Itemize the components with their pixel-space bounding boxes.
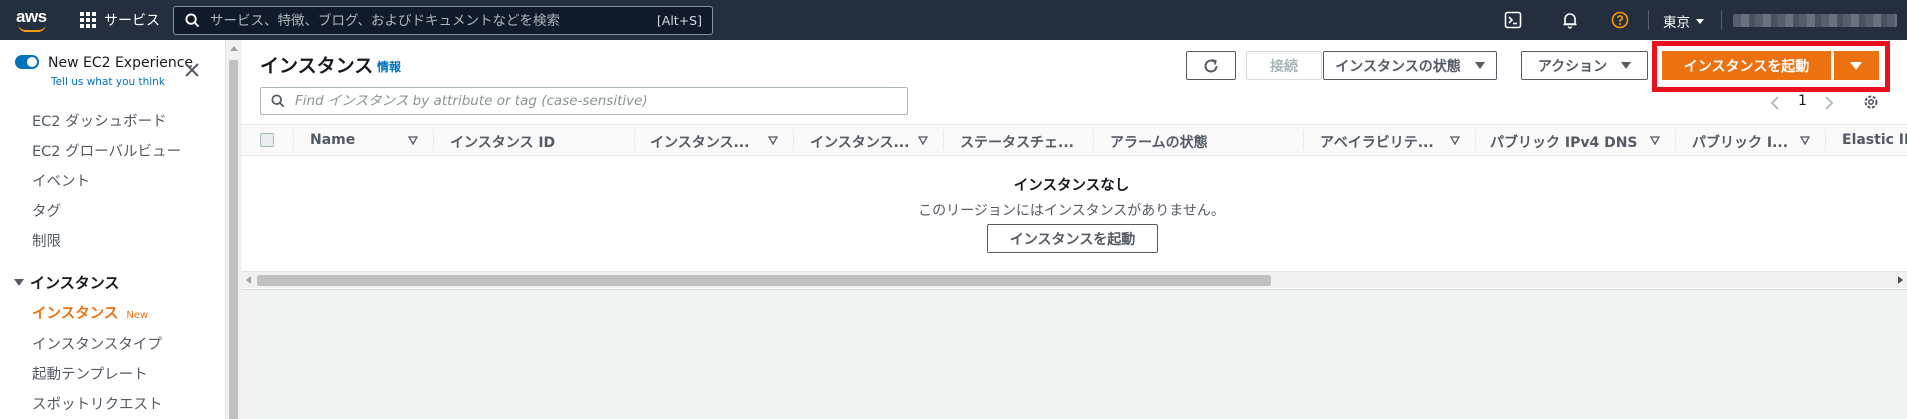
sidebar-item-limits[interactable]: 制限 xyxy=(32,230,61,251)
close-icon[interactable] xyxy=(184,62,200,78)
column-divider xyxy=(1093,130,1094,150)
nav-divider xyxy=(1648,10,1649,30)
column-divider xyxy=(943,130,944,150)
scrollbar-thumb[interactable] xyxy=(229,60,238,419)
services-label: サービス xyxy=(104,13,160,29)
sort-icon[interactable] xyxy=(918,136,928,145)
new-experience-toggle[interactable] xyxy=(15,55,39,69)
sidebar-section-label: インスタンス xyxy=(30,274,120,292)
empty-state-description: このリージョンにはインスタンスがありません。 xyxy=(918,203,1225,219)
info-link[interactable]: 情報 xyxy=(377,58,401,75)
grid-icon xyxy=(80,12,96,28)
column-divider xyxy=(1475,130,1476,150)
aws-smile-icon xyxy=(18,24,46,32)
sort-icon[interactable] xyxy=(1450,136,1460,145)
account-menu[interactable] xyxy=(1733,14,1897,27)
column-header-instance-state[interactable]: インスタンス... xyxy=(650,132,749,152)
top-navigation: aws サービス [Alt+S] 東京 xyxy=(0,0,1907,40)
search-icon xyxy=(185,13,200,28)
connect-button[interactable]: 接続 xyxy=(1246,51,1322,80)
column-divider xyxy=(1303,130,1304,150)
help-icon[interactable] xyxy=(1611,11,1629,29)
new-badge: New xyxy=(126,310,149,321)
expand-triangle-icon xyxy=(14,279,24,286)
chevron-left-icon[interactable] xyxy=(1770,96,1780,110)
launch-dropdown-button[interactable] xyxy=(1833,51,1879,80)
search-icon xyxy=(271,94,285,108)
sort-icon[interactable] xyxy=(1650,136,1660,145)
caret-down-icon xyxy=(1474,62,1485,69)
page-title: インスタンス xyxy=(260,55,374,77)
global-search-input[interactable] xyxy=(210,12,657,29)
refresh-icon xyxy=(1204,58,1218,72)
column-divider xyxy=(1825,130,1826,150)
column-header-name[interactable]: Name xyxy=(310,132,355,148)
cloudshell-icon[interactable] xyxy=(1504,11,1522,29)
actions-button[interactable]: アクション xyxy=(1521,51,1648,80)
sidebar-section-instances[interactable]: インスタンス xyxy=(14,272,119,293)
column-divider xyxy=(634,130,635,150)
region-label: 東京 xyxy=(1663,15,1690,31)
scroll-up-icon[interactable] xyxy=(230,46,238,51)
refresh-button[interactable] xyxy=(1186,51,1236,80)
bell-icon[interactable] xyxy=(1561,11,1579,29)
sidebar-item-spot-requests[interactable]: スポットリクエスト xyxy=(32,393,163,414)
column-header-instance-type[interactable]: インスタンス... xyxy=(810,132,909,152)
launch-instances-button[interactable]: インスタンスを起動 xyxy=(1662,51,1831,80)
aws-logo[interactable]: aws xyxy=(16,7,50,33)
column-header-alarm-status[interactable]: アラームの状態 xyxy=(1110,132,1208,152)
global-search[interactable]: [Alt+S] xyxy=(173,6,713,35)
scroll-right-icon[interactable] xyxy=(1898,276,1903,284)
sort-icon[interactable] xyxy=(768,136,778,145)
gear-icon[interactable] xyxy=(1862,93,1880,111)
sidebar-item-dashboard[interactable]: EC2 ダッシュボード xyxy=(32,110,167,131)
sidebar-item-label: インスタンス xyxy=(32,306,119,322)
column-header-instance-id[interactable]: インスタンス ID xyxy=(450,132,555,152)
current-page[interactable]: 1 xyxy=(1798,93,1807,109)
column-header-public-ip[interactable]: パブリック I... xyxy=(1692,132,1788,152)
sort-icon[interactable] xyxy=(1800,136,1810,145)
actions-label: アクション xyxy=(1537,58,1608,75)
column-divider xyxy=(433,130,434,150)
sidebar-item-instance-types[interactable]: インスタンスタイプ xyxy=(32,333,162,354)
caret-down-icon xyxy=(1621,62,1632,69)
instance-state-label: インスタンスの状態 xyxy=(1335,58,1461,75)
feedback-link[interactable]: Tell us what you think xyxy=(51,76,165,88)
nav-divider xyxy=(1721,10,1722,30)
sidebar-item-global-view[interactable]: EC2 グローバルビュー xyxy=(32,140,181,161)
instance-filter-input[interactable] xyxy=(295,93,907,109)
column-divider xyxy=(793,130,794,150)
empty-state-title: インスタンスなし xyxy=(1013,178,1130,194)
search-shortcut-hint: [Alt+S] xyxy=(656,13,702,28)
sidebar-scrollbar[interactable] xyxy=(225,40,241,419)
services-menu-button[interactable]: サービス xyxy=(80,9,160,31)
region-selector[interactable]: 東京 xyxy=(1663,11,1704,31)
caret-down-icon xyxy=(1850,61,1862,70)
scroll-left-icon[interactable] xyxy=(246,276,251,284)
instance-state-button[interactable]: インスタンスの状態 xyxy=(1323,51,1497,80)
select-all-checkbox[interactable] xyxy=(260,133,274,147)
sidebar-item-launch-templates[interactable]: 起動テンプレート xyxy=(32,363,148,384)
column-divider xyxy=(293,130,294,150)
table-horizontal-scrollbar[interactable] xyxy=(242,271,1907,288)
instance-filter[interactable] xyxy=(260,87,908,115)
column-header-public-ipv4-dns[interactable]: パブリック IPv4 DNS xyxy=(1490,132,1638,152)
column-divider xyxy=(1675,130,1676,150)
column-header-status-check[interactable]: ステータスチェ... xyxy=(960,132,1074,152)
column-header-availability-zone[interactable]: アベイラビリテ... xyxy=(1320,132,1434,152)
scrollbar-thumb[interactable] xyxy=(257,275,1271,286)
sort-icon[interactable] xyxy=(408,136,418,145)
new-experience-title: New EC2 Experience xyxy=(48,55,194,71)
caret-down-icon xyxy=(1696,18,1704,24)
column-header-elastic-ip[interactable]: Elastic IP xyxy=(1842,132,1907,148)
chevron-right-icon[interactable] xyxy=(1824,96,1834,110)
sidebar-item-instances[interactable]: インスタンス New xyxy=(32,302,148,323)
empty-launch-instances-button[interactable]: インスタンスを起動 xyxy=(987,224,1158,253)
